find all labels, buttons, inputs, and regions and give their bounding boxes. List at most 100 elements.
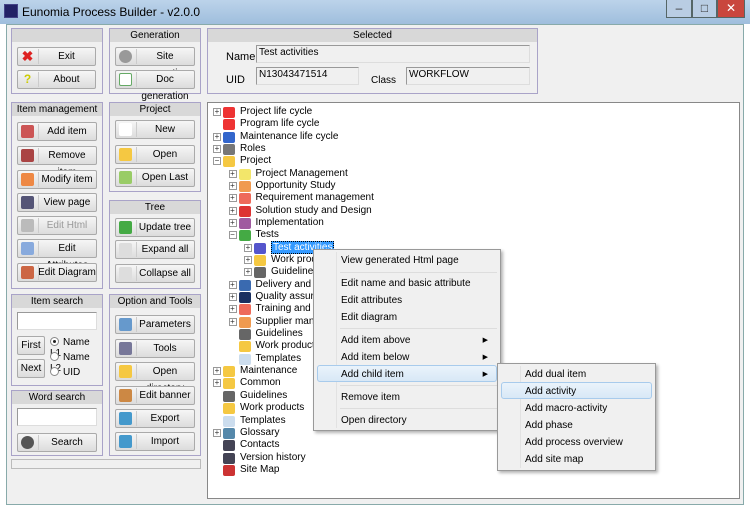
tree-node[interactable]: Project — [240, 155, 271, 167]
menu-edit-attributes[interactable]: Edit attributes — [317, 291, 497, 308]
tree-node[interactable]: Work products — [240, 402, 304, 414]
word-search-input[interactable] — [17, 408, 97, 426]
tree-node[interactable]: Contacts — [240, 439, 279, 451]
expander-icon[interactable]: + — [213, 145, 221, 154]
edit-diagram-button[interactable]: Edit Diagram — [17, 263, 97, 282]
submenu-add-macro-activity[interactable]: Add macro-activity — [501, 399, 652, 416]
tree-node[interactable]: Opportunity Study — [256, 180, 336, 192]
tree-node[interactable]: Solution study and Design — [256, 205, 372, 217]
submenu-add-activity[interactable]: Add activity — [501, 382, 652, 399]
expander-icon[interactable]: + — [228, 182, 237, 191]
expander-icon[interactable]: + — [213, 108, 221, 116]
doc-generation-button[interactable]: Doc generation — [115, 70, 195, 102]
menu-open-directory[interactable]: Open directory — [317, 411, 497, 428]
expander-icon[interactable]: + — [213, 379, 221, 388]
tree-node[interactable]: Project life cycle — [240, 106, 312, 118]
tree-node[interactable]: Program life cycle — [240, 118, 319, 130]
tree-node[interactable]: Requirement management — [256, 192, 374, 204]
first-button[interactable]: First — [17, 336, 45, 355]
tree-node[interactable]: Maintenance — [240, 365, 297, 377]
tree-node[interactable]: Tests — [256, 229, 279, 241]
tree-node[interactable]: Templates — [240, 415, 286, 427]
uid-label: UID — [226, 74, 245, 86]
menu-view-html[interactable]: View generated Html page — [317, 251, 497, 268]
next-button[interactable]: Next — [17, 359, 45, 378]
tree-node-icon — [238, 341, 251, 353]
new-button[interactable]: New — [115, 120, 195, 139]
site-generation-button[interactable]: Site generation — [115, 47, 195, 79]
tree-node[interactable]: Work products — [256, 340, 320, 352]
menu-edit-name[interactable]: Edit name and basic attribute — [317, 274, 497, 291]
expander-icon[interactable]: + — [244, 243, 252, 252]
submenu-add-process-overview[interactable]: Add process overview — [501, 433, 652, 450]
add-item-button[interactable]: Add item — [17, 122, 97, 141]
update-tree-button[interactable]: Update tree — [115, 218, 195, 237]
uid-field[interactable]: N13043471514 — [256, 67, 359, 85]
expander-icon[interactable]: + — [228, 194, 237, 203]
expander-icon[interactable]: + — [228, 219, 237, 228]
expander-icon[interactable]: + — [228, 169, 237, 178]
expander-icon[interactable]: + — [244, 268, 252, 277]
tree-node[interactable]: Implementation — [256, 217, 324, 229]
edit-html-button[interactable]: Edit Html — [17, 216, 97, 235]
expander-icon[interactable]: + — [228, 305, 237, 314]
minimize-button[interactable]: – — [666, 0, 692, 18]
parameters-button[interactable]: Parameters — [115, 315, 195, 334]
view-page-button[interactable]: View page — [17, 193, 97, 212]
collapse-all-icon — [119, 267, 132, 280]
exit-button[interactable]: ✖ Exit — [17, 47, 96, 66]
edit-banner-button[interactable]: Edit banner — [115, 386, 195, 405]
class-field[interactable]: WORKFLOW — [406, 67, 530, 85]
tree-node[interactable]: Guidelines — [256, 328, 303, 340]
tree-node[interactable]: Glossary — [240, 427, 279, 439]
close-button[interactable]: ✕ — [717, 0, 745, 18]
expander-icon[interactable]: + — [228, 280, 237, 289]
open-button[interactable]: Open — [115, 145, 195, 164]
expander-icon[interactable]: + — [213, 132, 221, 141]
expander-icon[interactable]: − — [228, 231, 237, 240]
project-panel: Project New Open Open Last — [109, 102, 201, 192]
menu-add-child[interactable]: Add child item ▶ — [317, 365, 497, 382]
open-directory-button[interactable]: Open directory — [115, 362, 195, 394]
menu-edit-diagram[interactable]: Edit diagram — [317, 308, 497, 325]
tree-node[interactable]: Roles — [240, 143, 266, 155]
tree-node[interactable]: Project Management — [256, 168, 348, 180]
new-icon — [119, 123, 132, 136]
menu-add-above[interactable]: Add item above ▶ — [317, 331, 497, 348]
tree-node-icon — [238, 230, 251, 242]
menu-remove-item[interactable]: Remove item — [317, 388, 497, 405]
tools-button[interactable]: Tools — [115, 339, 195, 358]
search-button[interactable]: Search — [17, 433, 97, 452]
maximize-button[interactable]: □ — [692, 0, 717, 18]
tree-node[interactable]: Common — [240, 377, 281, 389]
open-last-button[interactable]: Open Last — [115, 168, 195, 187]
name-field[interactable]: Test activities — [256, 45, 530, 63]
edit-attributes-button[interactable]: Edit Attributes — [17, 239, 97, 271]
export-button[interactable]: Export — [115, 409, 195, 428]
about-button[interactable]: ? About — [17, 70, 96, 89]
expander-icon[interactable]: − — [213, 157, 221, 166]
menu-add-below[interactable]: Add item below ▶ — [317, 348, 497, 365]
expander-icon[interactable]: + — [228, 317, 237, 326]
submenu-add-phase[interactable]: Add phase — [501, 416, 652, 433]
tree-node[interactable]: Templates — [256, 353, 302, 365]
radio-uid[interactable]: UID — [50, 367, 80, 378]
tree-node[interactable]: Version history — [240, 452, 306, 464]
collapse-all-button[interactable]: Collapse all — [115, 264, 195, 283]
tree-node[interactable]: Guidelines — [240, 390, 287, 402]
item-search-input[interactable] — [17, 312, 97, 330]
expander-icon[interactable]: + — [213, 367, 221, 376]
remove-item-button[interactable]: Remove item — [17, 146, 97, 178]
import-button[interactable]: Import — [115, 432, 195, 451]
expander-icon[interactable]: + — [228, 206, 237, 215]
tree-node[interactable]: Site Map — [240, 464, 279, 476]
expand-all-button[interactable]: Expand all — [115, 240, 195, 259]
options-title: Option and Tools — [110, 295, 200, 308]
expander-icon[interactable]: + — [213, 428, 221, 437]
expander-icon[interactable]: + — [228, 293, 237, 302]
expander-icon[interactable]: + — [244, 256, 252, 265]
tree-node[interactable]: Maintenance life cycle — [240, 131, 338, 143]
submenu-add-dual-item[interactable]: Add dual item — [501, 365, 652, 382]
modify-item-button[interactable]: Modify item — [17, 170, 97, 189]
submenu-add-site-map[interactable]: Add site map — [501, 450, 652, 467]
